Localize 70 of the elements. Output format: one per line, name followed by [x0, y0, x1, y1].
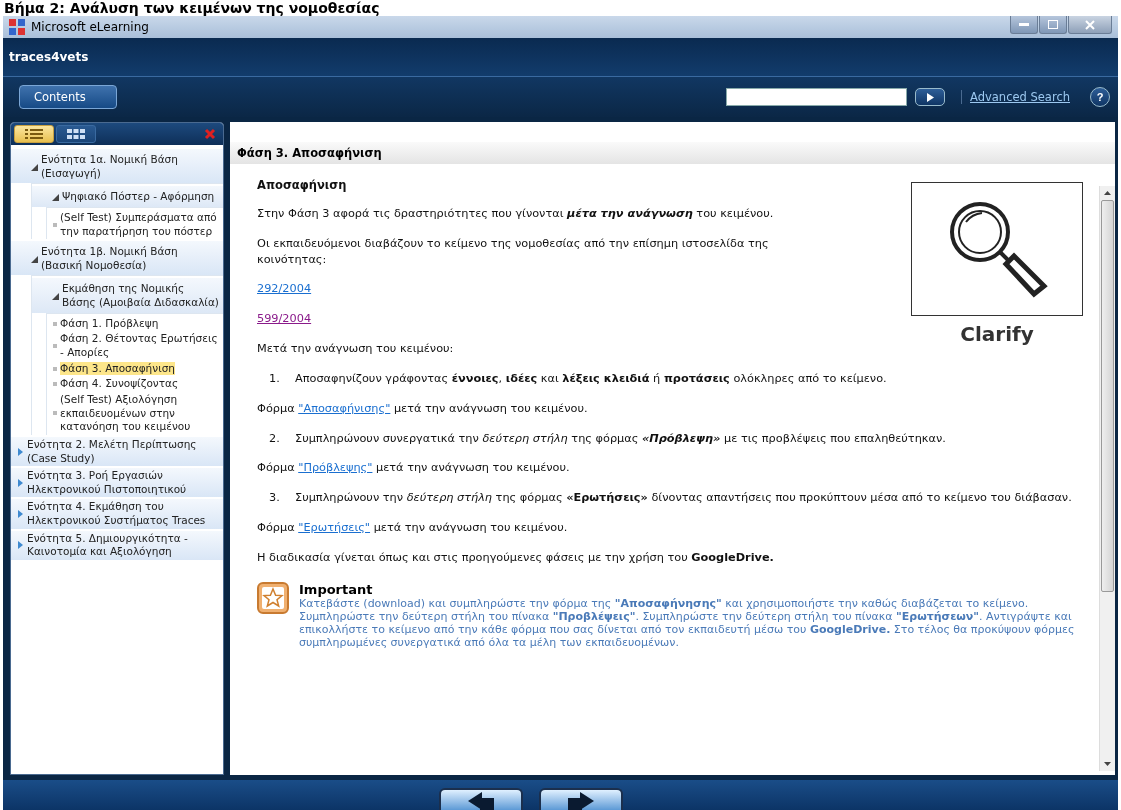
maximize-button[interactable] — [1039, 16, 1067, 34]
note-title: Important — [299, 581, 374, 597]
expand-triangle-icon[interactable] — [17, 541, 24, 550]
bullet-icon — [53, 366, 57, 371]
paragraph: Η διαδικασία γίνεται όπως και στις προηγούμενες φάσεις με την χρήση του GoogleDrive. — [257, 549, 775, 566]
list-number: 3. — [269, 490, 281, 506]
form-link[interactable]: "Αποσαφήνισης" — [298, 401, 391, 415]
close-icon — [1085, 19, 1095, 30]
scrollbar-thumb[interactable] — [1101, 200, 1114, 592]
tree-item[interactable]: (Self Test) Συμπεράσματα από την παρατήρηση του πόστερ — [60, 210, 220, 239]
tree-item[interactable]: Φάση 1. Πρόβλεψη — [60, 316, 159, 331]
window-title: Microsoft eLearning — [31, 20, 149, 34]
list-number: 2. — [269, 430, 281, 447]
form-note: Φόρμα "Αποσαφήνισης" μετά την ανάγνωση του κειμένου. — [257, 400, 589, 417]
grid-view-tab[interactable] — [56, 125, 96, 143]
right-arrow-icon — [567, 792, 594, 810]
vertical-scrollbar[interactable] — [1099, 186, 1115, 771]
document-caption: Βήμα 2: Ανάλυση των κειμένων της νομοθεσίας — [3, 0, 381, 16]
document-link[interactable]: 292/2004 — [257, 282, 312, 296]
list-item-text: Συμπληρώνουν συνεργατικά την δεύτερη στήλη της φόρμας «Πρόβλεψη» με τις προβλέψεις που επαληθεύτηκαν. — [295, 430, 946, 447]
help-button[interactable]: ? — [1090, 87, 1110, 107]
previous-button[interactable] — [438, 788, 523, 810]
list-item-text: Αποσαφηνίζουν γράφοντας έννοιες, ιδέες και λέξεις κλειδιά ή προτάσεις ολόκληρες από το κείμενο. — [295, 370, 887, 387]
bullet-icon — [53, 382, 57, 387]
maximize-icon — [1048, 20, 1058, 29]
list-number: 1. — [269, 370, 281, 387]
illustration-caption: Clarify — [960, 322, 1034, 346]
note-text: Κατεβάστε (download) και συμπληρώστε την φόρμα της "Αποσαφήνησης" και χρησιμοποιήστε την καθώς διαβάζεται το κείμενο. Συμπληρώστε την δεύτερη στήλη του πίνακα "Προβλέψεις". Συμπληρώστε την δεύτερη στήλη του πίνακα "Ερωτήσεων". Αντιγράψτε και επικολλήστε το κείμενο από την κάθε φόρμα που σας δίνεται από τον εκπαιδευτή μέσω του GoogleDrive. Στο τέλος θα προκύψουν φόρμες συμπληρωμένες συνεργατικά από όλα τα μέλη των εκπαιδευομένων. — [299, 596, 1076, 650]
contents-button[interactable]: Contents — [19, 85, 117, 109]
bullet-icon — [53, 344, 57, 349]
topic-title: Φάση 3. Αποσαφήνιση — [230, 142, 1115, 164]
document-link[interactable]: 599/2004 — [257, 312, 312, 326]
form-note: Φόρμα "Ερωτήσεις" μετά την ανάγνωση του κειμένου. — [257, 519, 569, 536]
bullet-icon — [53, 411, 57, 416]
advanced-search-link[interactable]: Advanced Search — [961, 90, 1070, 104]
collapse-triangle-icon[interactable] — [31, 254, 38, 263]
form-link[interactable]: "Πρόβλεψης" — [298, 461, 373, 475]
minimize-icon — [1019, 22, 1029, 27]
next-button[interactable] — [538, 788, 623, 810]
list-view-tab[interactable] — [14, 125, 54, 143]
search-field[interactable] — [726, 88, 908, 106]
list-item-text: Συμπληρώνουν την δεύτερη στήλη της φόρμας «Ερωτήσεις» δίνοντας απαντήσεις που προκύπτουν μέσα από το κείμενο του διάβασαν. — [295, 490, 1072, 506]
play-arrow-icon — [926, 92, 935, 102]
app-icon — [9, 19, 25, 35]
tree-item[interactable]: Φάση 4. Συνοψίζοντας — [60, 377, 179, 391]
app-title: traces4vets — [9, 50, 89, 64]
tree-item[interactable]: Φάση 2. Θέτοντας Ερωτήσεις - Απορίες — [60, 332, 220, 360]
left-arrow-icon — [467, 792, 494, 810]
paragraph: Οι εκπαιδευόμενοι διαβάζουν το κείμενο της νομοθεσίας από την επίσημη ιστοσελίδα της κοινότητας: — [257, 235, 770, 268]
search-go-button[interactable] — [915, 88, 946, 106]
grid-icon — [67, 129, 85, 139]
collapse-triangle-icon[interactable] — [52, 193, 59, 202]
list-icon — [25, 129, 43, 139]
close-button[interactable] — [1068, 16, 1112, 34]
expand-triangle-icon[interactable] — [17, 447, 24, 456]
tree-item[interactable]: Φάση 3. Αποσαφήνιση — [60, 361, 175, 376]
expand-triangle-icon[interactable] — [17, 510, 24, 519]
bullet-icon — [53, 321, 57, 326]
tree-item[interactable]: (Self Test) Αξιολόγηση εκπαιδευομένων στην κατανόηση του κειμένου — [60, 392, 220, 434]
paragraph: Μετά την ανάγνωση του κειμένου: — [257, 341, 455, 357]
section-heading: Αποσαφήνιση — [257, 178, 348, 192]
collapse-triangle-icon[interactable] — [52, 292, 59, 301]
form-note: Φόρμα "Πρόβλεψης" μετά την ανάγνωση του κειμένου. — [257, 460, 571, 477]
form-link[interactable]: "Ερωτήσεις" — [298, 520, 371, 534]
paragraph: Στην Φάση 3 αφορά τις δραστηριότητες που γίνονται μέτα την ανάγνωση του κειμένου. — [257, 206, 775, 222]
expand-triangle-icon[interactable] — [17, 478, 24, 487]
collapse-triangle-icon[interactable] — [31, 162, 38, 171]
close-icon — [204, 128, 216, 140]
bullet-icon — [53, 222, 57, 227]
minimize-button[interactable] — [1010, 16, 1038, 34]
